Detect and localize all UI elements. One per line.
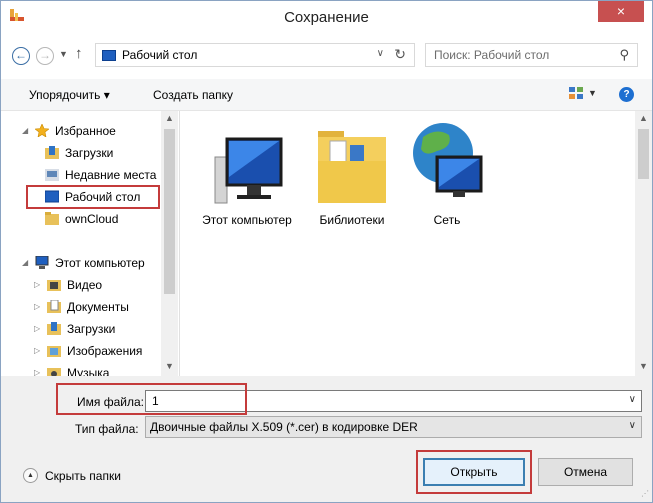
scroll-up-icon[interactable]: ▲ — [639, 113, 648, 123]
recent-locations-dropdown-icon[interactable]: ▼ — [59, 49, 68, 59]
recent-places-icon — [45, 169, 59, 181]
file-list-scrollbar[interactable]: ▲ ▼ — [635, 111, 652, 376]
filename-highlight-frame — [56, 383, 247, 415]
search-icon[interactable]: ⚲ — [619, 47, 629, 63]
resize-grip-icon[interactable]: ⋰ — [641, 489, 649, 498]
filetype-value: Двоичные файлы X.509 (*.cer) в кодировке… — [150, 420, 418, 434]
computer-icon — [214, 137, 283, 204]
sidebar-item-label: Загрузки — [65, 146, 114, 160]
chevron-down-icon[interactable]: ∨ — [377, 48, 384, 59]
sidebar-item-label: Избранное — [55, 124, 116, 138]
sidebar-item-label: Документы — [67, 300, 129, 314]
navigation-pane: ◢ Избранное Загрузки Недавние места Рабо… — [1, 111, 179, 376]
expand-arrow-icon[interactable]: ▷ — [34, 346, 40, 355]
collapse-arrow-icon[interactable]: ◢ — [22, 126, 28, 135]
scroll-down-icon[interactable]: ▼ — [639, 361, 648, 371]
up-arrow-icon[interactable]: ↑ — [75, 45, 83, 62]
new-folder-button[interactable]: Создать папку — [153, 88, 233, 102]
collapse-arrow-icon[interactable]: ◢ — [22, 258, 28, 267]
star-icon — [35, 124, 49, 137]
scroll-down-icon[interactable]: ▼ — [165, 361, 174, 371]
sidebar-item-label: Этот компьютер — [55, 256, 145, 270]
window-title: Сохранение — [284, 9, 369, 26]
hide-folders-label: Скрыть папки — [45, 469, 121, 483]
command-toolbar: Упорядочить ▾ Создать папку ▼ ? — [1, 79, 652, 111]
list-item-label: Библиотеки — [319, 213, 385, 227]
documents-icon — [47, 300, 61, 313]
address-text: Рабочий стол — [122, 48, 198, 62]
expand-arrow-icon[interactable]: ▷ — [34, 280, 40, 289]
refresh-icon[interactable]: ↻ — [394, 46, 406, 63]
pictures-icon — [47, 346, 61, 357]
sidebar-item-label: ownCloud — [65, 212, 119, 226]
expand-arrow-icon[interactable]: ▷ — [34, 302, 40, 311]
address-bar[interactable]: Рабочий стол ∨ ↻ — [95, 43, 415, 67]
chevron-up-icon: ▲ — [23, 468, 38, 483]
list-item-label: Этот компьютер — [202, 213, 292, 227]
network-icon — [413, 123, 483, 197]
sidebar-item-label: Загрузки — [67, 322, 116, 336]
sidebar-item-label: Недавние места — [65, 168, 157, 182]
sidebar-item-label: Видео — [67, 278, 103, 292]
sidebar-item-label: Изображения — [67, 344, 143, 358]
title-bar: Сохранение × — [1, 1, 652, 31]
desktop-icon — [102, 50, 116, 61]
save-form: Имя файла: 1 ∨ Тип файла: Двоичные файлы… — [1, 376, 652, 501]
navigation-bar: ← → ▼ ↑ Рабочий стол ∨ ↻ Поиск: Рабочий … — [1, 31, 652, 79]
list-item-libraries[interactable]: Библиотеки — [307, 117, 397, 247]
list-item-this-pc[interactable]: Этот компьютер — [202, 117, 292, 247]
view-options-icon[interactable] — [569, 87, 583, 100]
chevron-down-icon[interactable]: ∨ — [629, 394, 636, 405]
expand-arrow-icon[interactable]: ▷ — [34, 368, 40, 376]
chevron-down-icon[interactable]: ∨ — [629, 420, 636, 431]
search-input[interactable]: Поиск: Рабочий стол — [434, 48, 549, 62]
close-button[interactable]: × — [598, 1, 644, 22]
search-box[interactable]: Поиск: Рабочий стол ⚲ — [425, 43, 638, 67]
music-icon — [47, 368, 61, 376]
scrollbar-thumb[interactable] — [638, 129, 649, 179]
desktop-highlight-frame — [26, 185, 160, 209]
help-icon[interactable]: ? — [619, 87, 634, 102]
scrollbar-thumb[interactable] — [164, 129, 175, 294]
organize-button[interactable]: Упорядочить ▾ — [29, 88, 110, 102]
downloads-icon — [45, 146, 59, 159]
view-dropdown-icon[interactable]: ▼ — [588, 88, 597, 98]
filetype-select[interactable]: Двоичные файлы X.509 (*.cer) в кодировке… — [145, 416, 642, 438]
folder-icon — [45, 212, 59, 225]
file-list: Этот компьютер Библиотеки Сеть ▲ ▼ — [179, 111, 652, 376]
forward-arrow-icon[interactable]: → — [36, 47, 54, 65]
navigation-pane-scrollbar[interactable]: ▲ ▼ — [161, 111, 178, 376]
sidebar-item-label: Музыка — [67, 366, 110, 376]
scroll-up-icon[interactable]: ▲ — [165, 113, 174, 123]
back-arrow-icon[interactable]: ← — [12, 47, 30, 65]
list-item-label: Сеть — [433, 213, 461, 227]
filetype-label: Тип файла: — [75, 422, 139, 436]
downloads-icon — [47, 322, 61, 335]
open-button[interactable]: Открыть — [423, 458, 525, 486]
cancel-button[interactable]: Отмена — [538, 458, 633, 486]
libraries-icon — [318, 131, 386, 203]
video-icon — [47, 280, 61, 291]
save-dialog: Сохранение × ← → ▼ ↑ Рабочий стол ∨ ↻ По… — [0, 0, 653, 503]
list-item-network[interactable]: Сеть — [402, 117, 492, 247]
computer-icon — [35, 256, 49, 269]
expand-arrow-icon[interactable]: ▷ — [34, 324, 40, 333]
